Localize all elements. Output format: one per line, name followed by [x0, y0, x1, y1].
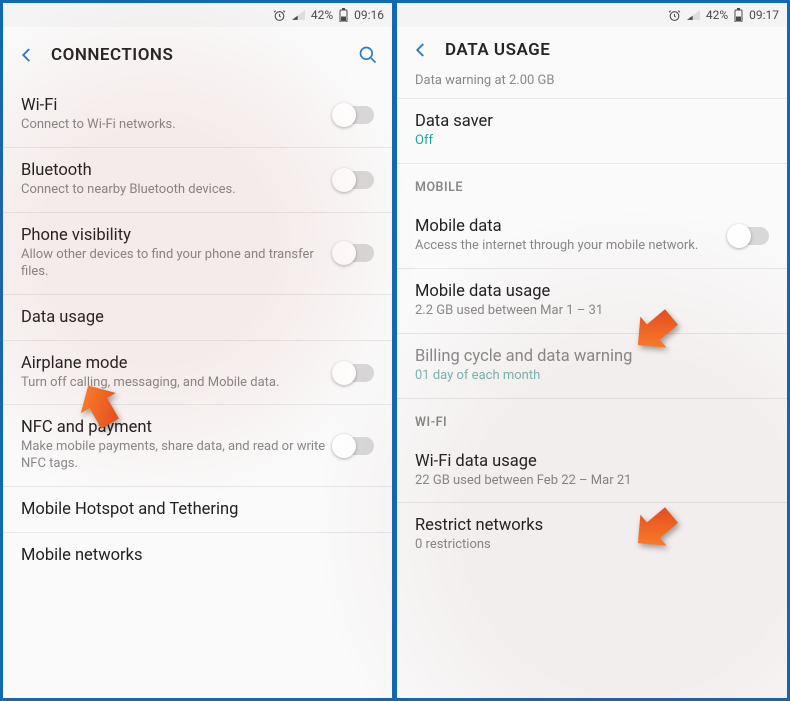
row-title: Phone visibility [21, 226, 326, 245]
row-sub: Allow other devices to find your phone a… [21, 247, 326, 281]
header: CONNECTIONS [3, 27, 392, 83]
row-sub: 2.2 GB used between Mar 1 – 31 [415, 303, 761, 320]
row-sub: Off [415, 133, 761, 150]
back-button[interactable] [407, 36, 435, 64]
toggle-wifi[interactable] [334, 106, 374, 124]
row-title: Restrict networks [415, 516, 761, 535]
toggle-mobile-data[interactable] [729, 227, 769, 245]
row-airplane[interactable]: Airplane mode Turn off calling, messaging… [3, 341, 392, 406]
row-hotspot[interactable]: Mobile Hotspot and Tethering [3, 487, 392, 533]
row-title: Data usage [21, 308, 366, 327]
row-sub: Turn off calling, messaging, and Mobile … [21, 375, 326, 392]
search-icon[interactable] [354, 41, 382, 69]
row-mobile-data-usage[interactable]: Mobile data usage 2.2 GB used between Mar… [397, 269, 787, 334]
row-data-saver[interactable]: Data saver Off [397, 99, 787, 164]
row-wifi-data-usage[interactable]: Wi-Fi data usage 22 GB used between Feb 2… [397, 439, 787, 504]
signal-icon [292, 9, 305, 21]
row-nfc[interactable]: NFC and payment Make mobile payments, sha… [3, 405, 392, 487]
row-wifi[interactable]: Wi-Fi Connect to Wi-Fi networks. [3, 83, 392, 148]
row-restrict-networks[interactable]: Restrict networks 0 restrictions [397, 503, 787, 567]
row-sub: 01 day of each month [415, 368, 761, 385]
row-title: Mobile networks [21, 546, 366, 565]
status-bar: 42% 09:16 [3, 3, 392, 27]
status-bar: 42% 09:17 [397, 3, 787, 27]
row-sub: 0 restrictions [415, 537, 761, 554]
toggle-bluetooth[interactable] [334, 171, 374, 189]
phone-data-usage: 42% 09:17 DATA USAGE Data warning at 2.0… [395, 0, 790, 701]
section-mobile: MOBILE [397, 164, 787, 204]
alarm-icon [273, 9, 286, 22]
battery-percent: 42% [311, 8, 333, 22]
row-sub: Connect to nearby Bluetooth devices. [21, 182, 326, 199]
row-sub: 22 GB used between Feb 22 – Mar 21 [415, 473, 761, 490]
row-title: Bluetooth [21, 161, 326, 180]
row-sub: Access the internet through your mobile … [415, 238, 721, 255]
row-phone-visibility[interactable]: Phone visibility Allow other devices to f… [3, 213, 392, 295]
row-title: Mobile Hotspot and Tethering [21, 500, 366, 519]
row-sub: Connect to Wi-Fi networks. [21, 117, 326, 134]
row-title: NFC and payment [21, 418, 326, 437]
page-title: CONNECTIONS [51, 45, 354, 65]
row-bluetooth[interactable]: Bluetooth Connect to nearby Bluetooth dev… [3, 148, 392, 213]
battery-icon [339, 8, 348, 22]
data-warning-text: Data warning at 2.00 GB [397, 73, 787, 99]
battery-percent: 42% [706, 8, 728, 22]
row-mobile-data[interactable]: Mobile data Access the internet through y… [397, 204, 787, 269]
connections-list: Wi-Fi Connect to Wi-Fi networks. Bluetoot… [3, 83, 392, 578]
row-title: Billing cycle and data warning [415, 347, 761, 366]
toggle-airplane[interactable] [334, 364, 374, 382]
section-wifi: WI-FI [397, 399, 787, 439]
toggle-phone-visibility[interactable] [334, 244, 374, 262]
row-title: Airplane mode [21, 354, 326, 373]
row-data-usage[interactable]: Data usage [3, 295, 392, 341]
battery-icon [734, 8, 743, 22]
header: DATA USAGE [397, 27, 787, 73]
alarm-icon [668, 9, 681, 22]
row-sub: Make mobile payments, share data, and re… [21, 439, 326, 473]
signal-icon [687, 9, 700, 21]
row-title: Wi-Fi [21, 96, 326, 115]
row-mobile-networks[interactable]: Mobile networks [3, 533, 392, 578]
row-title: Mobile data [415, 217, 721, 236]
row-title: Mobile data usage [415, 282, 761, 301]
phone-connections: 42% 09:16 CONNECTIONS Wi-Fi Connect to Wi… [0, 0, 395, 701]
clock-text: 09:17 [749, 8, 779, 22]
toggle-nfc[interactable] [334, 437, 374, 455]
row-title: Wi-Fi data usage [415, 452, 761, 471]
clock-text: 09:16 [354, 8, 384, 22]
back-button[interactable] [13, 41, 41, 69]
row-billing-cycle[interactable]: Billing cycle and data warning 01 day of … [397, 334, 787, 399]
page-title: DATA USAGE [445, 40, 777, 60]
row-title: Data saver [415, 112, 761, 131]
